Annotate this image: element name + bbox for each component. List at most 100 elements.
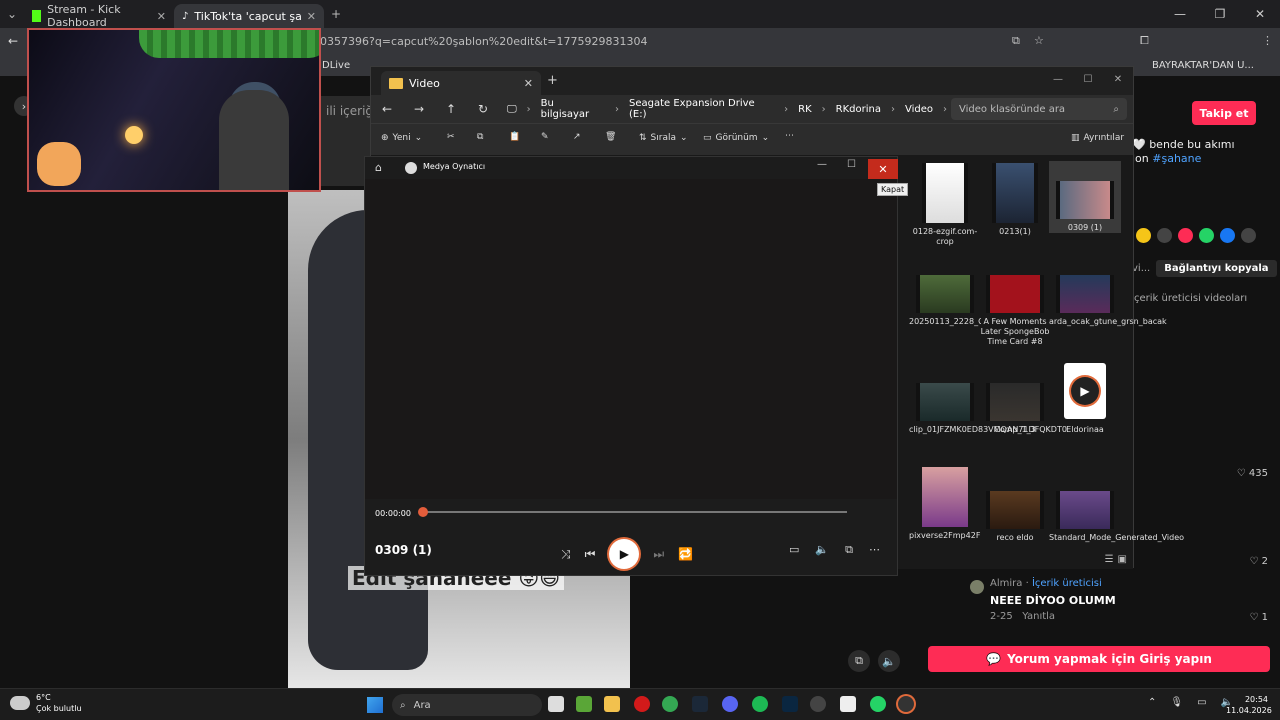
file-item[interactable]: reco eldo <box>979 491 1051 543</box>
close-icon[interactable]: ✕ <box>1103 67 1133 91</box>
creator-videos-tab[interactable]: çerik üreticisi videoları <box>1134 293 1247 304</box>
windows-start-icon[interactable] <box>367 697 383 713</box>
taskbar-search[interactable]: ⌕ Ara <box>392 694 542 716</box>
file-item-selected[interactable]: 0309 (1) <box>1049 161 1121 233</box>
breadcrumb-item[interactable]: RK <box>798 104 812 115</box>
minimize-icon[interactable]: — <box>1043 67 1073 91</box>
avatar[interactable] <box>970 580 984 594</box>
close-icon[interactable]: ✕ <box>524 77 533 90</box>
whatsapp-icon[interactable] <box>1199 228 1214 243</box>
weather-widget[interactable]: 6°C Çok bulutlu <box>10 692 82 714</box>
install-icon[interactable]: ⧉ <box>1012 34 1020 48</box>
obs-icon[interactable] <box>810 696 826 712</box>
file-item[interactable]: Standard_Mode_Generated_Video <box>1049 491 1184 543</box>
file-item[interactable]: A Few Moments Later SpongeBob Time Card … <box>979 275 1051 347</box>
breadcrumb-item[interactable]: Video <box>905 104 933 115</box>
share-icon[interactable]: ↗ <box>573 132 581 142</box>
seek-bar[interactable] <box>423 511 847 513</box>
more-icon[interactable]: ⋯ <box>869 543 880 557</box>
grid-view-icon[interactable]: ▣ <box>1118 554 1127 565</box>
player-video-surface[interactable] <box>365 179 897 499</box>
volume-icon[interactable]: 🔈 <box>878 650 900 672</box>
bookmark-bayraktar[interactable]: BAYRAKTAR'DAN U... <box>1152 60 1254 71</box>
explorer-search-input[interactable]: Video klasöründe ara ⌕ <box>951 98 1127 120</box>
view-button[interactable]: ▭ Görünüm ⌄ <box>703 133 769 143</box>
restore-icon[interactable]: ❐ <box>1200 0 1240 28</box>
app-icon[interactable] <box>576 696 592 712</box>
up-icon[interactable]: ↑ <box>435 102 467 116</box>
task-view-icon[interactable] <box>548 696 564 712</box>
pip-icon[interactable]: ⧉ <box>848 650 870 672</box>
sort-button[interactable]: ⇅ Sırala ⌄ <box>639 133 688 143</box>
opera-icon[interactable] <box>634 696 650 712</box>
file-item[interactable]: ▶ Eldorinaa <box>1049 363 1121 435</box>
previous-icon[interactable]: ⏮ <box>585 547 596 562</box>
minimize-icon[interactable]: — <box>817 159 827 170</box>
new-button[interactable]: ⊕ Yeni ⌄ <box>381 133 422 143</box>
rename-icon[interactable]: ✎ <box>541 132 549 142</box>
spotify-icon[interactable] <box>752 696 768 712</box>
taskbar-clock[interactable]: 20:54 11.04.2026 <box>1226 694 1272 716</box>
facebook-icon[interactable] <box>1220 228 1235 243</box>
tab-tiktok[interactable]: ♪ TikTok'ta 'capcut şablon edit' b... ✕ <box>174 4 324 28</box>
maximize-icon[interactable]: ☐ <box>1073 67 1103 91</box>
cut-icon[interactable]: ✂ <box>447 132 455 142</box>
follow-button[interactable]: Takip et <box>1192 101 1256 125</box>
maximize-icon[interactable]: ☐ <box>847 159 856 170</box>
close-button[interactable]: ✕ <box>868 159 898 179</box>
discord-icon[interactable] <box>722 696 738 712</box>
tab-list-icon[interactable]: ⌄ <box>0 2 24 26</box>
forward-icon[interactable]: → <box>403 102 435 116</box>
hashtag-link[interactable]: #şahane <box>1152 152 1201 165</box>
steam-icon[interactable] <box>692 696 708 712</box>
list-view-icon[interactable]: ☰ <box>1105 554 1114 565</box>
coin-icon[interactable] <box>1136 228 1151 243</box>
back-icon[interactable]: ← <box>8 34 18 48</box>
like-count[interactable]: ♡ 435 <box>1237 468 1268 479</box>
copy-icon[interactable]: ⧉ <box>477 132 483 142</box>
photoshop-icon[interactable] <box>782 696 798 712</box>
send-icon[interactable] <box>1178 228 1193 243</box>
extensions-icon[interactable]: ⧠ <box>1140 34 1149 48</box>
home-icon[interactable]: ⌂ <box>375 161 382 174</box>
repeat-icon[interactable]: 🔁 <box>678 547 693 561</box>
chevron-up-icon[interactable]: ⌃ <box>1148 697 1156 708</box>
url-field[interactable]: 0357396?q=capcut%20şablon%20edit&t=17759… <box>320 32 1060 52</box>
close-icon[interactable]: ✕ <box>157 10 166 23</box>
seek-handle[interactable] <box>418 507 428 517</box>
close-icon[interactable]: ✕ <box>307 10 316 23</box>
capcut-icon[interactable] <box>840 696 856 712</box>
tab-kick-dashboard[interactable]: Stream - Kick Dashboard ✕ <box>24 3 174 29</box>
back-icon[interactable]: ← <box>371 102 403 116</box>
refresh-icon[interactable]: ↻ <box>467 102 499 116</box>
subtitles-icon[interactable]: ▭ <box>789 543 799 557</box>
new-tab-button[interactable]: + <box>324 2 348 26</box>
breadcrumb-item[interactable]: RKdorina <box>836 104 881 115</box>
close-icon[interactable]: ✕ <box>1240 0 1280 28</box>
embed-icon[interactable] <box>1157 228 1172 243</box>
star-icon[interactable]: ☆ <box>1034 34 1044 47</box>
file-item[interactable]: 0213(1) <box>979 163 1051 237</box>
media-player-icon[interactable] <box>898 696 914 712</box>
file-item[interactable]: 20250113_2228_Orangutan_Dance_Party_simp… <box>909 275 981 357</box>
whatsapp-icon[interactable] <box>870 696 886 712</box>
reply-button[interactable]: Yanıtla <box>1022 611 1055 622</box>
paste-icon[interactable]: 📋 <box>509 132 520 142</box>
minimize-icon[interactable]: — <box>1160 0 1200 28</box>
network-icon[interactable]: ▭ <box>1197 697 1206 708</box>
bookmark-dlive[interactable]: DLive <box>322 60 350 71</box>
play-button[interactable]: ▶ <box>609 539 640 569</box>
copy-link-button[interactable]: Bağlantıyı kopyala <box>1156 259 1277 277</box>
volume-icon[interactable]: 🔈 <box>815 543 829 557</box>
file-item[interactable]: Comp_1_3 <box>979 383 1051 435</box>
more-icon[interactable]: ⋯ <box>785 131 794 141</box>
details-button[interactable]: ▥ Ayrıntılar <box>1071 133 1124 143</box>
breadcrumb-item[interactable]: Bu bilgisayar <box>541 98 605 120</box>
chrome-icon[interactable] <box>662 696 678 712</box>
breadcrumb-item[interactable]: Seagate Expansion Drive (E:) <box>629 98 774 120</box>
explorer-tab[interactable]: Video ✕ <box>381 71 541 95</box>
next-icon[interactable]: ⏭ <box>653 547 664 562</box>
new-tab-button[interactable]: + <box>547 73 558 88</box>
delete-icon[interactable]: 🗑 <box>605 132 616 142</box>
file-item[interactable]: arda_ocak_gtune_grsn_bacak <box>1049 275 1167 327</box>
